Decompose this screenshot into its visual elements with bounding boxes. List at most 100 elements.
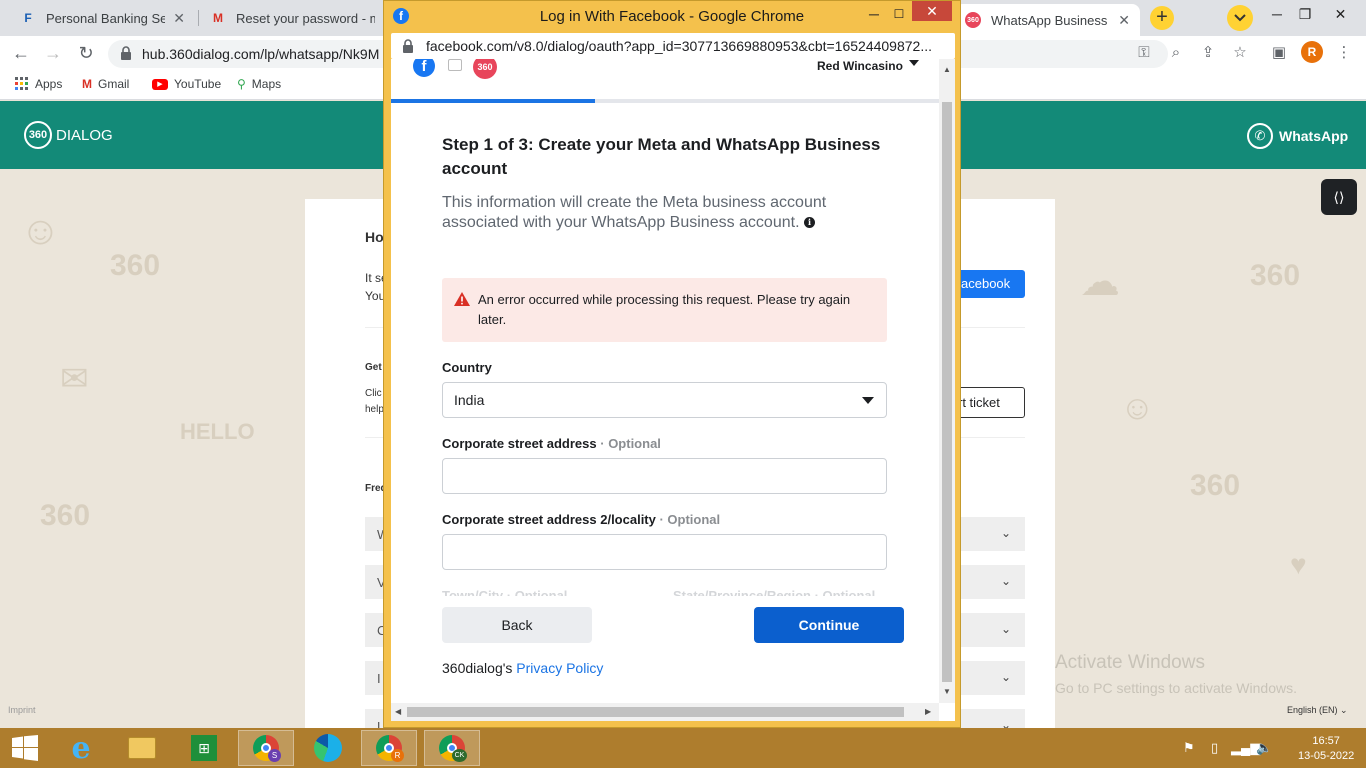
scroll-up-icon[interactable]: ▲ bbox=[943, 65, 951, 74]
error-banner: An error occurred while processing this … bbox=[442, 278, 887, 342]
url-text: hub.360dialog.com/lp/whatsapp/Nk9M bbox=[142, 46, 380, 62]
share-icon[interactable]: ⇪ bbox=[1197, 42, 1219, 64]
popup-url-text: facebook.com/v8.0/dialog/oauth?app_id=30… bbox=[426, 38, 932, 54]
caret-down-icon bbox=[862, 397, 874, 404]
back-arrow-icon[interactable]: ← bbox=[10, 42, 32, 64]
youtube-icon: ▶ bbox=[152, 78, 168, 90]
bank-icon: F bbox=[24, 11, 32, 25]
chrome-app-s[interactable]: S bbox=[238, 730, 294, 766]
bookmark-label: Apps bbox=[35, 77, 63, 91]
share-button[interactable]: ⟨⟩ bbox=[1321, 179, 1357, 215]
restore-button[interactable]: ❐ bbox=[1290, 0, 1320, 30]
forward-arrow-icon[interactable]: → bbox=[42, 42, 64, 64]
tab-search-button[interactable] bbox=[1227, 5, 1253, 31]
side-panel-icon[interactable]: ▣ bbox=[1268, 42, 1290, 64]
popup-address-bar: facebook.com/v8.0/dialog/oauth?app_id=30… bbox=[391, 33, 955, 59]
language-selector[interactable]: English (EN) ⌄ bbox=[1287, 705, 1348, 716]
card-text: help bbox=[365, 404, 384, 415]
scroll-left-icon[interactable]: ◀ bbox=[395, 707, 401, 716]
internet-explorer-app[interactable]: e bbox=[53, 730, 109, 766]
gmail-icon: M bbox=[82, 77, 92, 91]
minimize-button[interactable]: ─ bbox=[1262, 0, 1292, 30]
privacy-notice: 360dialog's Privacy Policy bbox=[442, 660, 604, 676]
chrome-app-r[interactable]: R bbox=[361, 730, 417, 766]
chevron-down-icon: ⌄ bbox=[1000, 622, 1011, 636]
edge-app[interactable] bbox=[300, 730, 356, 766]
popup-close-button[interactable]: ✕ bbox=[912, 1, 952, 21]
tab-personal-banking[interactable]: F Personal Banking Servic ✕ bbox=[10, 4, 195, 32]
bookmark-label: YouTube bbox=[174, 77, 222, 91]
chevron-down-icon bbox=[1234, 14, 1246, 22]
account-name[interactable]: Red Wincasino bbox=[817, 59, 903, 73]
card-subheading: Get bbox=[365, 362, 382, 373]
vertical-scrollbar[interactable]: ▲ ▼ bbox=[939, 59, 955, 703]
volume-icon[interactable]: 🔈 bbox=[1256, 740, 1272, 756]
scroll-thumb[interactable] bbox=[407, 707, 904, 717]
state-label: State/Province/Region · Optional bbox=[673, 588, 876, 596]
scroll-thumb[interactable] bbox=[942, 102, 952, 682]
popup-maximize-button[interactable]: ☐ bbox=[887, 3, 911, 27]
facebook-logo-icon: f bbox=[413, 59, 435, 77]
info-icon[interactable]: i bbox=[803, 217, 815, 229]
progress-fill bbox=[391, 99, 595, 103]
gmail-icon: M bbox=[213, 11, 223, 25]
step-description: This information will create the Meta bu… bbox=[442, 194, 827, 231]
close-icon[interactable]: ✕ bbox=[1118, 12, 1130, 29]
tab-reset-password[interactable]: M Reset your password - m bbox=[200, 4, 385, 32]
file-explorer-app[interactable] bbox=[114, 730, 170, 766]
dialog360-icon: 360 bbox=[965, 12, 981, 28]
back-button[interactable]: Back bbox=[442, 607, 592, 643]
store-app[interactable]: ⊞ bbox=[176, 730, 232, 766]
popup-titlebar[interactable]: f Log in With Facebook - Google Chrome ─… bbox=[384, 1, 960, 31]
reload-icon[interactable]: ↻ bbox=[75, 42, 97, 64]
scroll-down-icon[interactable]: ▼ bbox=[943, 687, 951, 696]
start-button[interactable] bbox=[0, 730, 50, 766]
continue-button[interactable]: Continue bbox=[754, 607, 904, 643]
lock-icon bbox=[403, 39, 413, 53]
street-address-input[interactable] bbox=[442, 458, 887, 494]
close-window-button[interactable]: ✕ bbox=[1318, 0, 1363, 30]
street-address-label: Corporate street address · Optional bbox=[442, 436, 661, 451]
country-label: Country bbox=[442, 360, 492, 375]
street-address-2-input[interactable] bbox=[442, 534, 887, 570]
star-icon[interactable]: ☆ bbox=[1229, 42, 1251, 64]
chevron-down-icon: ⌄ bbox=[1000, 670, 1011, 684]
scroll-right-icon[interactable]: ▶ bbox=[925, 707, 931, 716]
caret-down-icon[interactable] bbox=[909, 60, 919, 66]
system-clock[interactable]: 16:57 13-05-2022 bbox=[1298, 734, 1354, 764]
windows-logo-icon bbox=[12, 735, 38, 761]
edge-icon bbox=[314, 734, 342, 762]
bookmark-youtube[interactable]: ▶ YouTube bbox=[152, 77, 221, 91]
logo-text: DIALOG bbox=[56, 126, 113, 144]
tab-title: Personal Banking Servic bbox=[46, 10, 166, 26]
flag-icon[interactable]: ⚑ bbox=[1183, 740, 1195, 756]
apps-grid-icon bbox=[15, 77, 28, 90]
chevron-down-icon: ⌄ bbox=[1000, 526, 1011, 540]
profile-avatar[interactable]: R bbox=[1301, 41, 1323, 63]
clock-time: 16:57 bbox=[1312, 735, 1340, 747]
folder-icon bbox=[128, 737, 156, 759]
dialog360-logo-icon: 360 bbox=[473, 59, 497, 79]
bookmark-apps[interactable]: Apps bbox=[15, 77, 62, 91]
imprint-link[interactable]: Imprint bbox=[8, 705, 36, 715]
battery-icon[interactable]: ▯ bbox=[1211, 740, 1218, 756]
key-icon[interactable]: ⚿ bbox=[1133, 42, 1155, 64]
site-logo[interactable]: 360 DIALOG bbox=[24, 121, 113, 149]
taskbar: e ⊞ S R CK ⚑ ▯ ▂▄▆ 🔈 bbox=[0, 728, 1366, 768]
new-tab-button[interactable]: + bbox=[1150, 6, 1174, 30]
horizontal-scrollbar[interactable]: ◀ ▶ bbox=[391, 703, 939, 721]
menu-icon[interactable]: ⋮ bbox=[1333, 42, 1355, 64]
zoom-icon[interactable]: ⌕ bbox=[1165, 42, 1187, 64]
chrome-icon: CK bbox=[439, 735, 467, 762]
chrome-app-ck[interactable]: CK bbox=[424, 730, 480, 766]
close-icon[interactable]: ✕ bbox=[173, 10, 185, 27]
tab-whatsapp-business[interactable]: 360 WhatsApp Business API ✕ bbox=[955, 4, 1140, 36]
bookmark-gmail[interactable]: M Gmail bbox=[82, 77, 129, 91]
privacy-policy-link[interactable]: Privacy Policy bbox=[516, 660, 603, 676]
popup-content: f 360 Red Wincasino Step 1 of 3: Create … bbox=[391, 59, 955, 721]
facebook-login-popup: f Log in With Facebook - Google Chrome ─… bbox=[383, 0, 961, 728]
bookmark-label: Gmail bbox=[98, 77, 130, 91]
country-select[interactable]: India bbox=[442, 382, 887, 418]
popup-minimize-button[interactable]: ─ bbox=[862, 3, 886, 27]
bookmark-maps[interactable]: ⚲ Maps bbox=[237, 77, 281, 91]
